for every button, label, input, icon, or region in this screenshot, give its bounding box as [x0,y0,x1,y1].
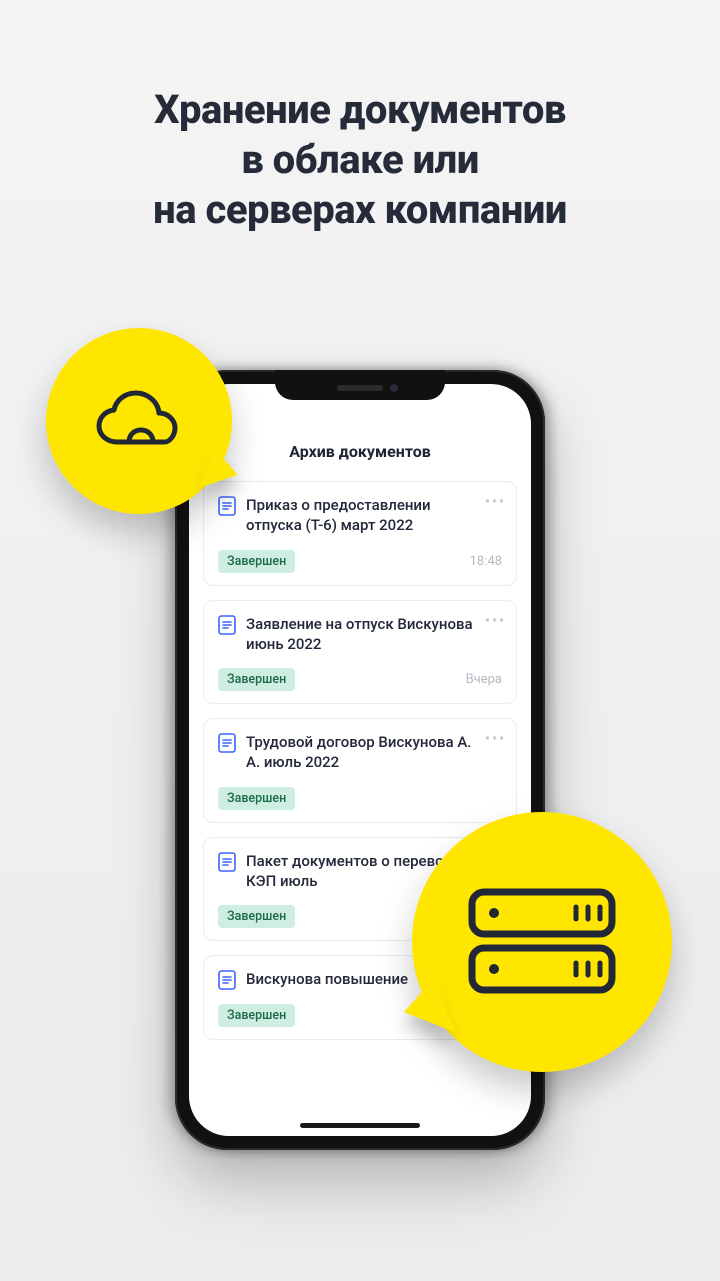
document-title: Приказ о предоставлении отпуска (Т-6) ма… [246,495,502,536]
document-card[interactable]: ••• Приказ о предоставлении отпуска (Т-6… [203,481,517,586]
document-title: Вискунова повышение [246,969,428,989]
document-title: Трудовой договор Вискунова А. А. июль 20… [246,732,502,773]
home-indicator [300,1123,420,1128]
status-badge: Завершен [218,550,295,573]
document-timestamp: Вчера [466,672,502,687]
document-icon [218,615,236,635]
more-icon[interactable]: ••• [485,731,506,747]
document-icon [218,496,236,516]
app-title: Архив документов [203,442,517,461]
phone-notch [275,370,445,400]
status-badge: Завершен [218,668,295,691]
document-timestamp: 18:48 [470,554,502,569]
server-icon [464,882,620,1002]
document-card[interactable]: ••• Заявление на отпуск Вискунова июнь 2… [203,600,517,705]
document-icon [218,970,236,990]
headline: Хранение документов в облаке или на серв… [0,0,720,235]
status-badge: Завершен [218,905,295,928]
status-badge: Завершен [218,787,295,810]
cloud-callout [46,328,232,514]
more-icon[interactable]: ••• [485,494,506,510]
document-icon [218,733,236,753]
headline-line-3: на серверах компании [153,186,567,233]
server-callout [412,812,672,1072]
document-title: Заявление на отпуск Вискунова июнь 2022 [246,614,502,655]
status-badge: Завершен [218,1004,295,1027]
document-icon [218,852,236,872]
headline-line-2: в облаке или [241,136,479,183]
headline-line-1: Хранение документов [154,86,566,133]
document-card[interactable]: ••• Трудовой договор Вискунова А. А. июл… [203,718,517,823]
cloud-icon [93,388,185,454]
more-icon[interactable]: ••• [485,613,506,629]
